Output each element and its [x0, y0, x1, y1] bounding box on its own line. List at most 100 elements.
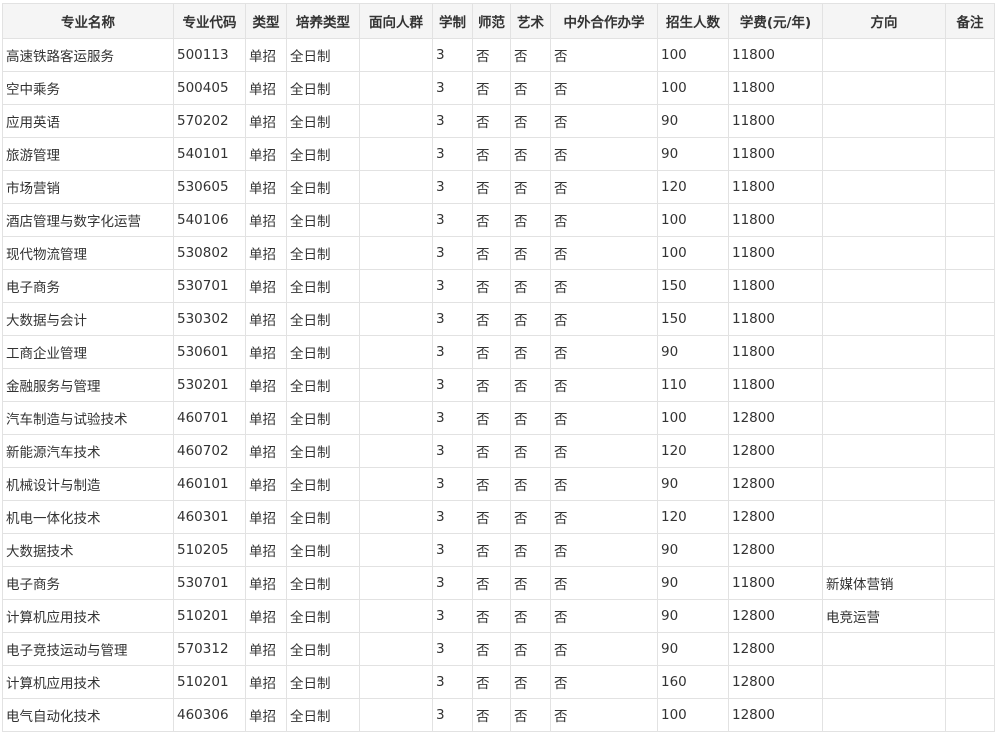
table-cell: [945, 236, 995, 270]
table-row: 大数据技术 510205 单招 全日制 3 否否否 90 12800: [2, 533, 995, 567]
table-cell: 否: [472, 401, 511, 435]
table-row: 电子竞技运动与管理 570312 单招 全日制 3 否否否 90 12800: [2, 632, 995, 666]
table-cell: 否: [550, 71, 658, 105]
table-cell: [359, 698, 433, 732]
table-cell: 3: [432, 500, 473, 534]
table-cell: 单招: [245, 401, 287, 435]
table-cell: [822, 71, 946, 105]
table-cell: 3: [432, 434, 473, 468]
table-cell: 否: [510, 533, 551, 567]
table-cell: 460306: [173, 698, 246, 732]
table-cell: 应用英语: [2, 104, 174, 138]
table-cell: [945, 71, 995, 105]
table-cell: 460101: [173, 467, 246, 501]
table-cell: 3: [432, 302, 473, 336]
table-cell: 否: [550, 203, 658, 237]
table-cell: 否: [510, 236, 551, 270]
table-cell: 11800: [728, 368, 823, 402]
table-cell: 否: [510, 500, 551, 534]
table-cell: 单招: [245, 599, 287, 633]
table-cell: 单招: [245, 38, 287, 72]
table-cell: 全日制: [286, 698, 360, 732]
table-cell: 新能源汽车技术: [2, 434, 174, 468]
table-cell: 否: [550, 104, 658, 138]
table-cell: 全日制: [286, 104, 360, 138]
table-row: 新能源汽车技术 460702 单招 全日制 3 否否否 120 12800: [2, 434, 995, 468]
table-cell: [359, 467, 433, 501]
table-cell: 单招: [245, 368, 287, 402]
table-cell: 现代物流管理: [2, 236, 174, 270]
table-cell: 否: [472, 599, 511, 633]
table-cell: 否: [510, 203, 551, 237]
table-cell: [359, 368, 433, 402]
table-cell: 否: [550, 335, 658, 369]
table-cell: 540106: [173, 203, 246, 237]
table-cell: 530302: [173, 302, 246, 336]
table-cell: 全日制: [286, 236, 360, 270]
table-cell: 电子竞技运动与管理: [2, 632, 174, 666]
column-header: 中外合作办学: [550, 3, 658, 39]
table-cell: 160: [657, 665, 729, 699]
table-row: 应用英语 570202 单招 全日制 3 否否否 90 11800: [2, 104, 995, 138]
table-row: 电子商务 530701 单招 全日制 3 否否否 150 11800: [2, 269, 995, 303]
table-cell: 100: [657, 698, 729, 732]
table-cell: 否: [472, 38, 511, 72]
table-cell: 3: [432, 203, 473, 237]
table-cell: [359, 203, 433, 237]
table-cell: 否: [510, 170, 551, 204]
table-cell: [822, 467, 946, 501]
table-row: 计算机应用技术 510201 单招 全日制 3 否否否 90 12800 电竞运营: [2, 599, 995, 633]
table-cell: 否: [510, 632, 551, 666]
table-cell: [359, 170, 433, 204]
table-cell: [945, 203, 995, 237]
table-cell: 电子商务: [2, 269, 174, 303]
table-cell: [945, 104, 995, 138]
table-cell: 全日制: [286, 467, 360, 501]
table-cell: [822, 269, 946, 303]
table-cell: [822, 500, 946, 534]
table-cell: 530701: [173, 566, 246, 600]
table-cell: [945, 335, 995, 369]
table-cell: 否: [472, 71, 511, 105]
table-cell: 否: [472, 500, 511, 534]
table-cell: 全日制: [286, 269, 360, 303]
table-cell: 单招: [245, 533, 287, 567]
table-cell: 否: [550, 434, 658, 468]
table-cell: 单招: [245, 71, 287, 105]
table-cell: 全日制: [286, 38, 360, 72]
table-row: 市场营销 530605 单招 全日制 3 否否否 120 11800: [2, 170, 995, 204]
table-cell: 全日制: [286, 302, 360, 336]
table-cell: 酒店管理与数字化运营: [2, 203, 174, 237]
table-cell: 否: [472, 533, 511, 567]
table-cell: 460701: [173, 401, 246, 435]
table-cell: 否: [472, 566, 511, 600]
table-cell: 全日制: [286, 137, 360, 171]
table-row: 电子商务 530701 单招 全日制 3 否否否 90 11800 新媒体营销: [2, 566, 995, 600]
table-cell: [945, 38, 995, 72]
table-cell: 否: [550, 698, 658, 732]
table-cell: 3: [432, 533, 473, 567]
table-cell: [359, 38, 433, 72]
table-cell: 11800: [728, 104, 823, 138]
table-cell: 否: [550, 170, 658, 204]
table-cell: [945, 137, 995, 171]
table-cell: [945, 368, 995, 402]
table-cell: 否: [550, 137, 658, 171]
table-cell: 电竞运营: [822, 599, 946, 633]
table-cell: 机电一体化技术: [2, 500, 174, 534]
table-cell: 单招: [245, 665, 287, 699]
table-cell: [822, 137, 946, 171]
table-cell: 100: [657, 38, 729, 72]
table-cell: 全日制: [286, 401, 360, 435]
table-cell: [822, 236, 946, 270]
table-cell: 否: [510, 434, 551, 468]
table-cell: [822, 665, 946, 699]
table-cell: 否: [550, 500, 658, 534]
table-cell: 460301: [173, 500, 246, 534]
table-cell: 否: [550, 632, 658, 666]
table-cell: [822, 533, 946, 567]
table-cell: 否: [550, 533, 658, 567]
table-cell: 3: [432, 170, 473, 204]
table-cell: 100: [657, 236, 729, 270]
column-header: 师范: [472, 3, 511, 39]
